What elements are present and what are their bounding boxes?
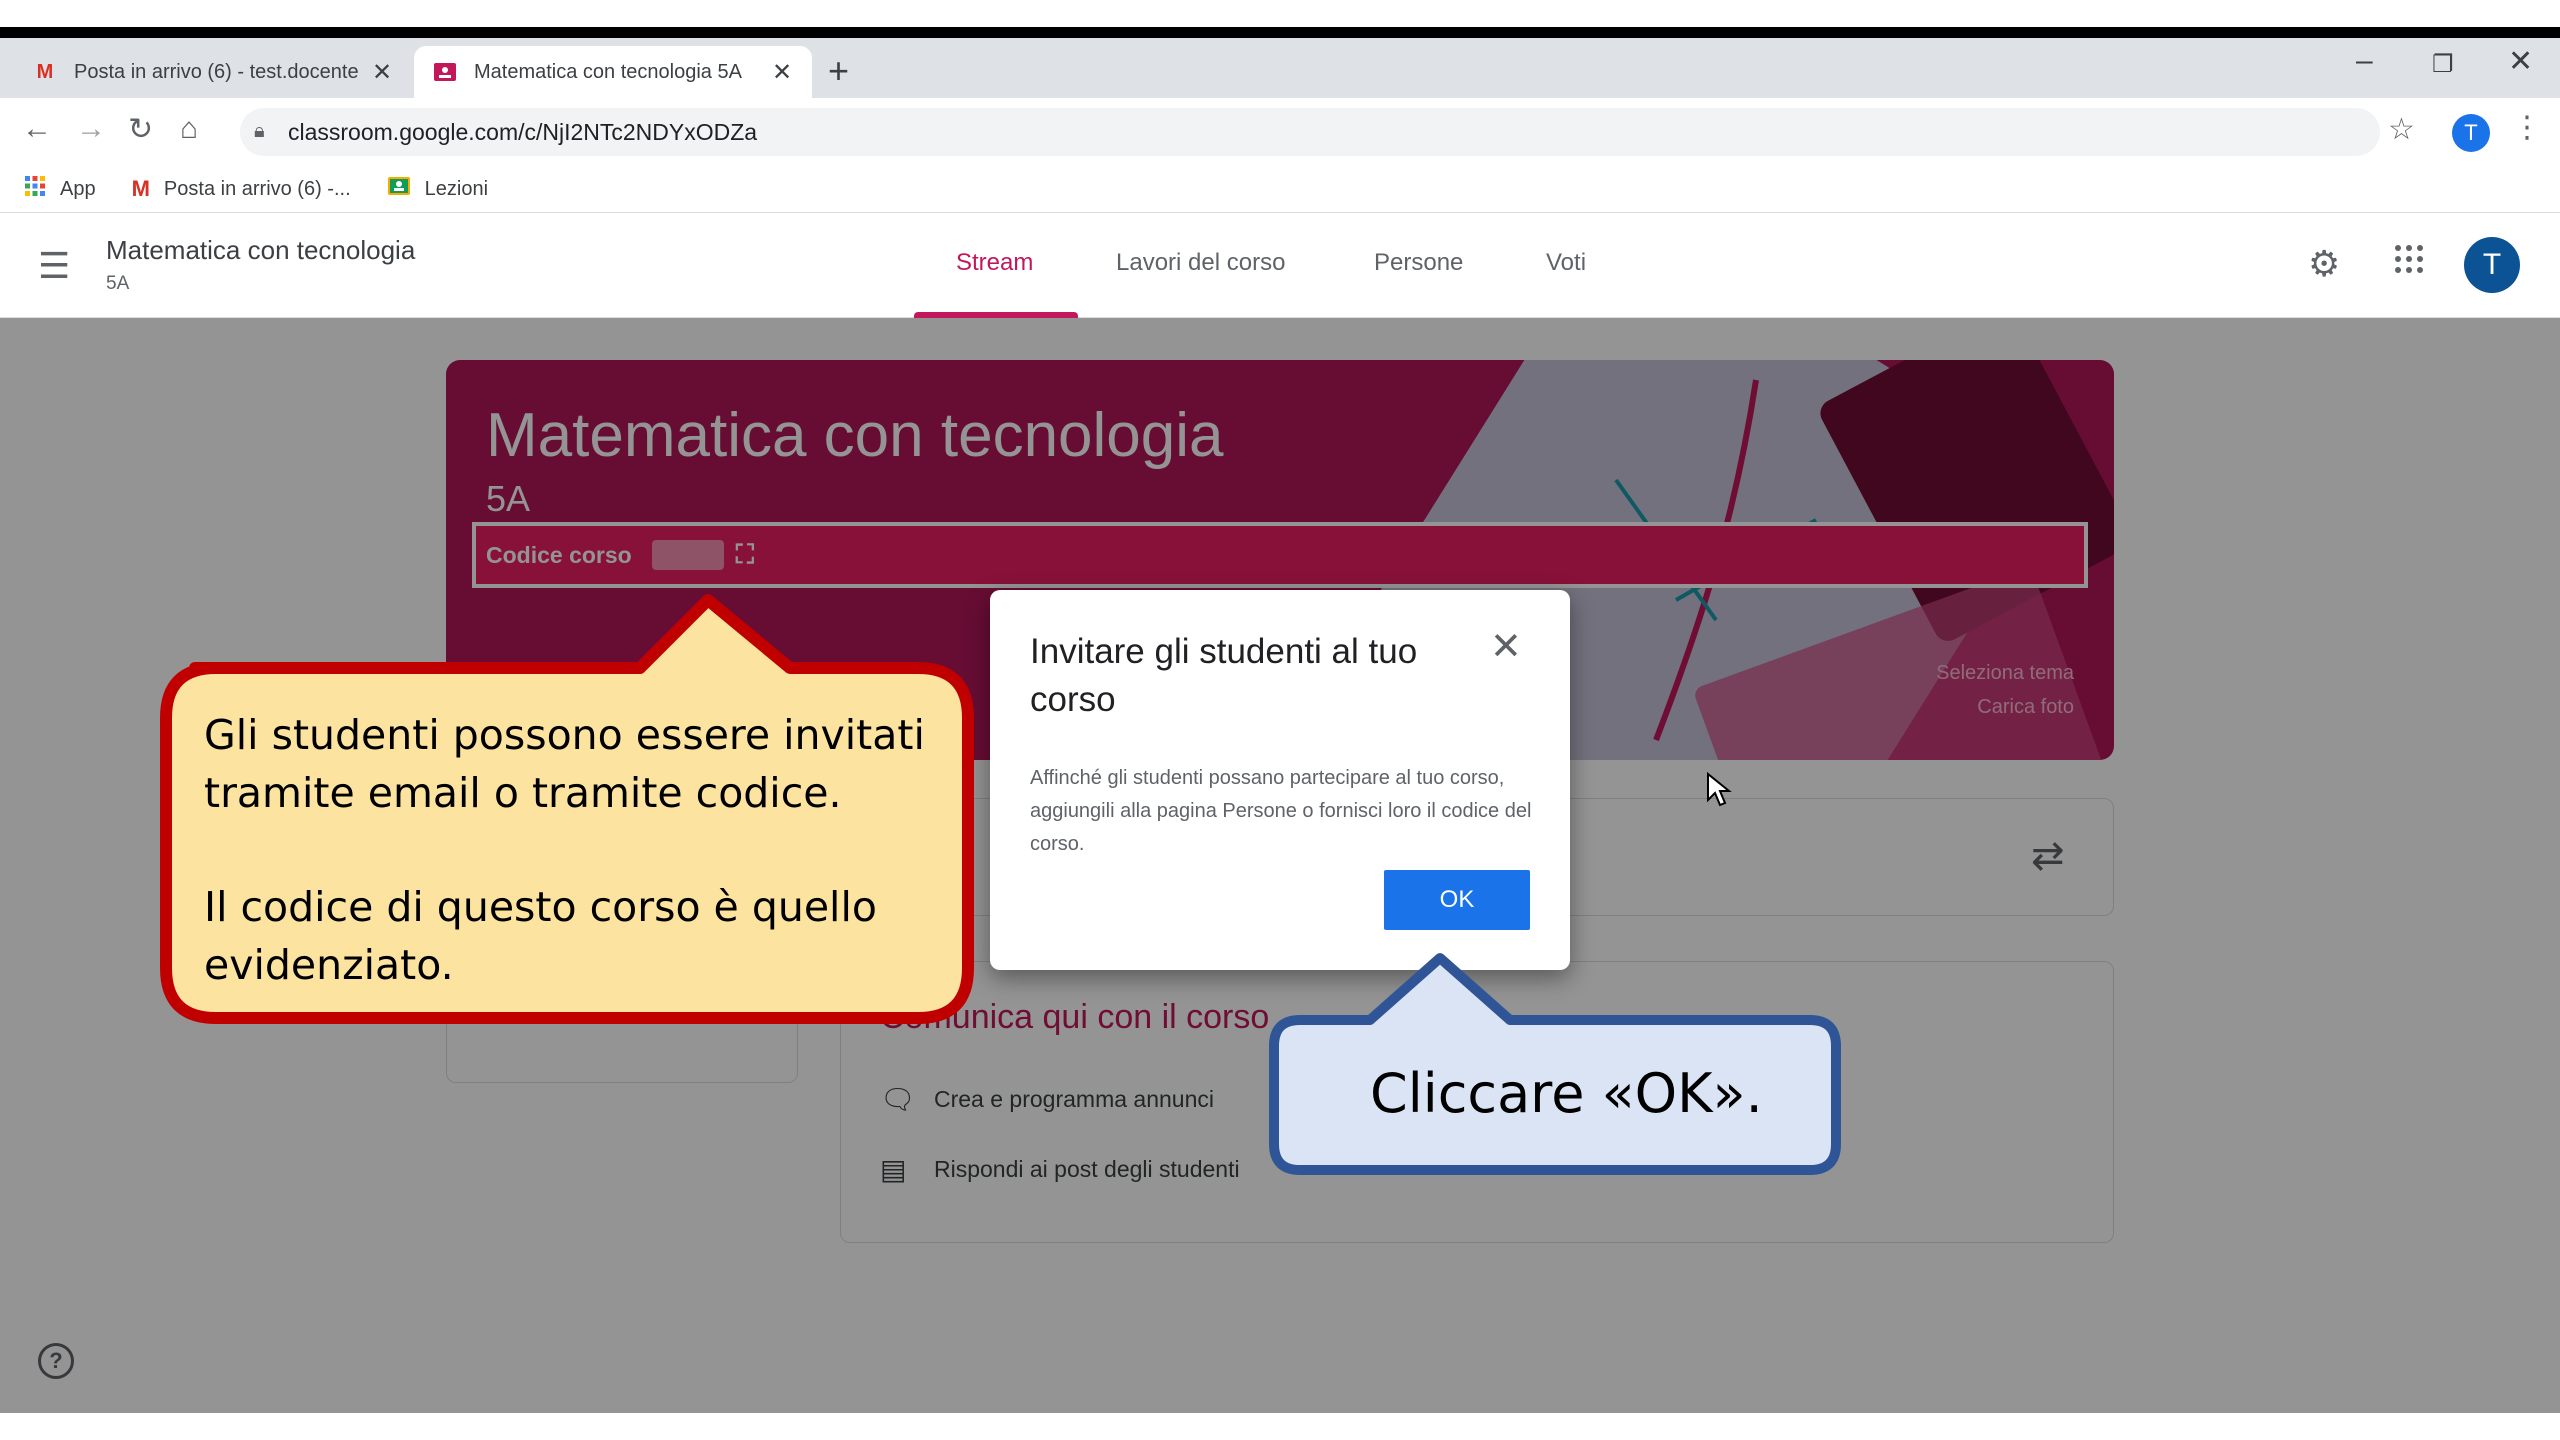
- slide-bottom-band: [0, 1413, 2560, 1440]
- annotation-callout-right: [1269, 953, 1841, 1175]
- callout-right-text: Cliccare «OK».: [1370, 1062, 1763, 1125]
